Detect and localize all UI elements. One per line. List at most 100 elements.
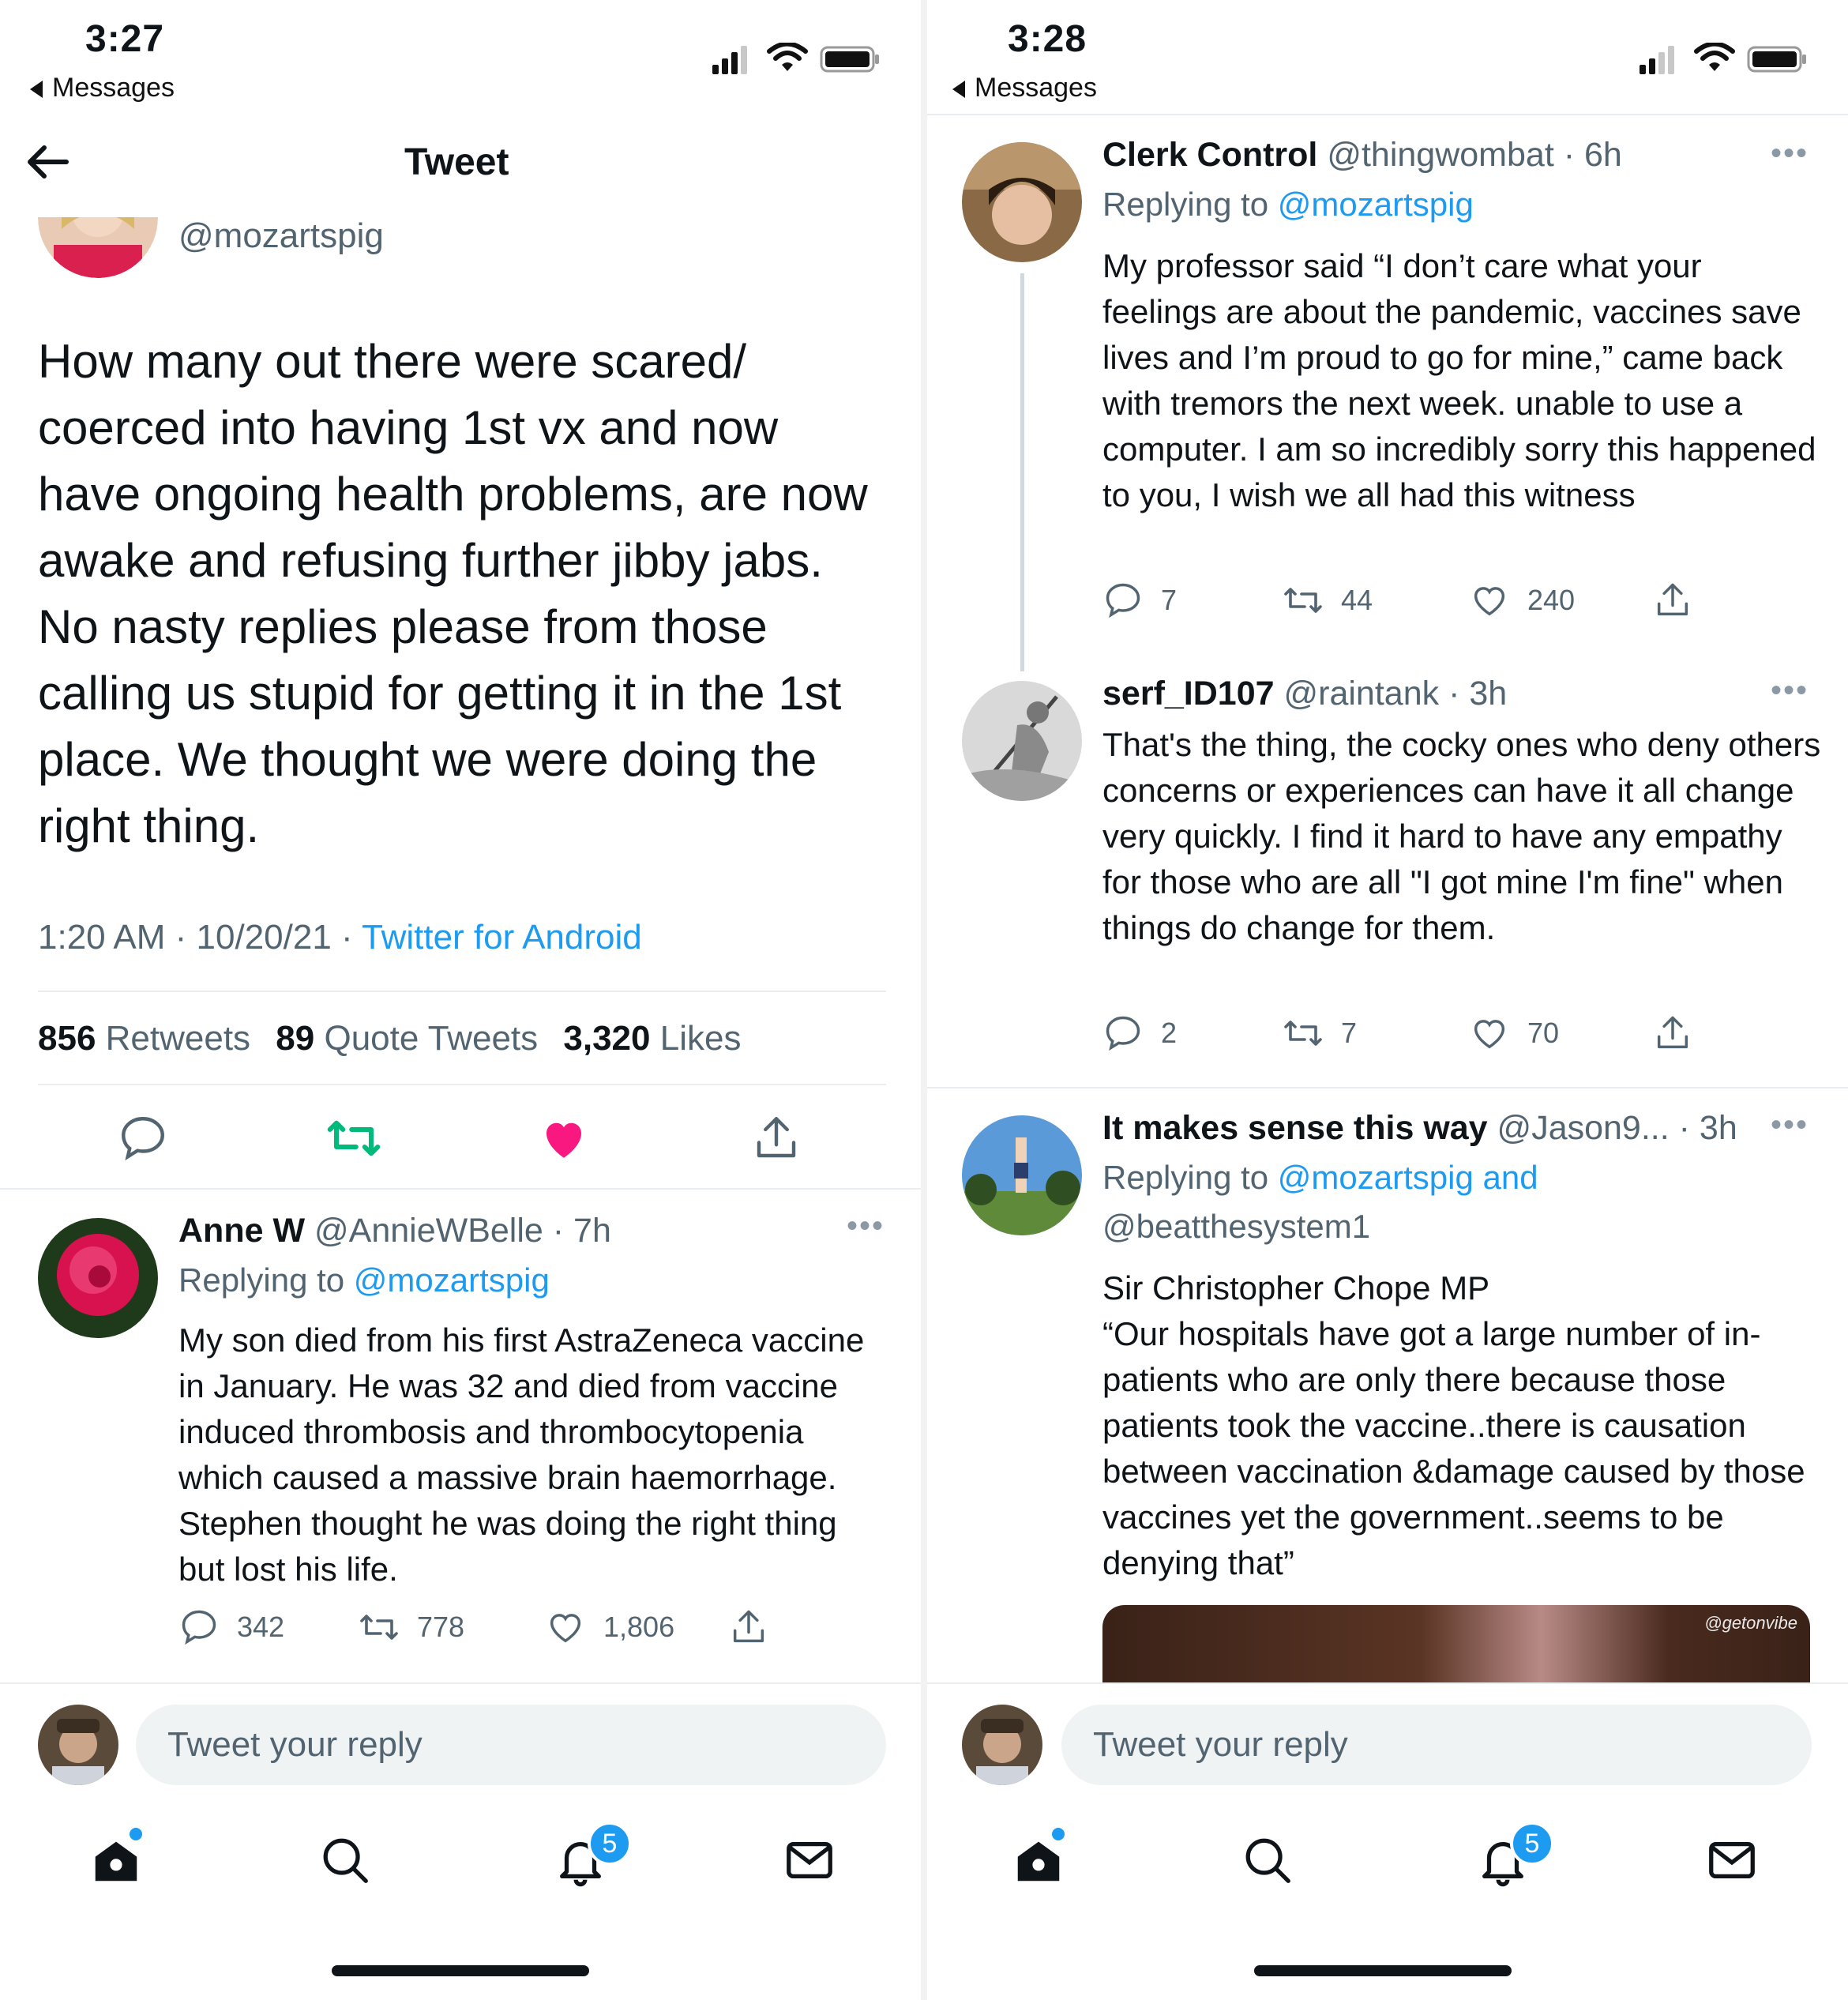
retweet-button[interactable]: 7 [1283,1013,1357,1054]
wifi-icon [1694,43,1735,71]
tweet-stats: 856 Retweets 89 Quote Tweets 3,320 Likes [38,1019,741,1058]
messages-mail-icon[interactable] [1704,1833,1760,1888]
home-icon[interactable] [88,1833,144,1888]
reply-text: That's the thing, the cocky ones who den… [1102,726,1821,946]
page-title: Tweet [404,141,509,183]
user-avatar[interactable] [962,1705,1042,1785]
more-options-icon[interactable]: ••• [847,1209,885,1244]
share-icon [1657,583,1688,616]
reply-text: Sir Christopher Chope MP “Our hospitals … [1102,1269,1805,1581]
home-new-dot [1052,1828,1065,1840]
cellular-signal-icon [712,43,752,74]
like-button[interactable]: 240 [1469,580,1575,621]
like-icon [1474,1020,1505,1049]
tweet-timestamp: 1:20 AM · 10/20/21 · [38,918,362,957]
thread-line [1020,273,1024,671]
author-handle[interactable]: @mozartspig [178,216,384,256]
right-screenshot: 3:28 Messages Clerk Control @thingwombat… [927,0,1848,2000]
reply-author[interactable]: It makes sense this way @Jason9... · 3h [1102,1109,1737,1148]
reply-author[interactable]: serf_ID107 @raintank · 3h [1102,675,1507,713]
left-screenshot: 3:27 Messages Tweet @mozartspig How many… [0,0,921,2000]
divider [0,1188,921,1190]
reply-author[interactable]: Anne W @AnnieWBelle · 7h [178,1212,611,1250]
retweet-icon[interactable] [325,1112,382,1164]
more-options-icon[interactable]: ••• [1771,136,1809,171]
more-options-icon[interactable]: ••• [1771,1107,1809,1143]
retweets-stat[interactable]: 856 Retweets [38,1019,250,1058]
share-button[interactable] [1652,1013,1693,1054]
notifications-badge: 5 [1510,1821,1554,1866]
battery-icon [1747,46,1806,73]
battery-icon [820,46,879,73]
reply-button[interactable]: 2 [1102,1013,1177,1054]
reply-avatar[interactable] [38,1218,158,1338]
more-options-icon[interactable]: ••• [1771,673,1809,709]
reply-button[interactable]: 7 [1102,580,1177,621]
like-filled-icon[interactable] [537,1112,591,1164]
messages-mail-icon[interactable] [782,1833,837,1888]
media-watermark: @getonvibe [1704,1613,1797,1633]
tweet-meta: 1:20 AM · 10/20/21 · Twitter for Android [38,918,642,957]
divider [927,1087,1848,1088]
cellular-signal-icon [1640,43,1679,74]
back-arrow-icon[interactable] [24,142,71,182]
reply-actions: 7 44 240 [1102,580,1734,627]
search-icon[interactable] [317,1833,373,1888]
tweet-source-link[interactable]: Twitter for Android [362,918,642,957]
reply-avatar[interactable] [962,142,1082,262]
back-triangle-icon [952,81,965,99]
divider [38,1084,886,1085]
like-icon [550,1614,581,1643]
user-avatar[interactable] [38,1705,118,1785]
reply-actions: 342 778 1,806 [178,1607,810,1654]
back-triangle-icon [30,81,43,99]
quote-tweets-stat[interactable]: 89 Quote Tweets [276,1019,538,1058]
replying-to-second[interactable]: @beatthesystem1 [1102,1202,1370,1251]
reply-author[interactable]: Clerk Control @thingwombat · 6h [1102,136,1622,175]
reply-icon[interactable] [117,1112,169,1164]
home-indicator [332,1965,589,1976]
panel-divider [921,0,927,2000]
divider [38,991,886,992]
home-icon[interactable] [1011,1833,1066,1888]
notifications-badge: 5 [588,1821,632,1866]
status-time: 3:27 [85,18,165,60]
reply-icon [182,1610,216,1645]
reply-avatar[interactable] [962,681,1082,801]
reply-text: My son died from his first AstraZeneca v… [178,1321,865,1588]
reply-actions: 2 7 70 [1102,1013,1734,1060]
reply-icon [1106,1016,1140,1051]
reply-media[interactable]: @getonvibe [1102,1605,1810,1682]
likes-stat[interactable]: 3,320 Likes [563,1019,741,1058]
divider [927,114,1848,115]
status-time: 3:28 [1008,18,1087,60]
back-to-messages[interactable]: Messages [952,73,1097,103]
retweet-button[interactable]: 44 [1283,580,1373,621]
reply-bar-divider [0,1682,921,1684]
replying-to: Replying to @mozartspig [178,1261,550,1299]
reply-icon [1106,583,1140,618]
retweet-icon [1284,588,1322,613]
like-button[interactable]: 70 [1469,1013,1559,1054]
search-icon[interactable] [1240,1833,1295,1888]
replying-to: Replying to @mozartspig [1102,186,1474,223]
back-to-messages[interactable]: Messages [30,73,175,103]
share-icon[interactable] [750,1112,802,1164]
retweet-icon [360,1615,398,1640]
home-indicator [1254,1965,1512,1976]
share-button[interactable] [1652,580,1693,621]
reply-button[interactable]: 342 [178,1607,284,1648]
wifi-icon [767,43,808,71]
tweet-text: How many out there were scared/ coerced … [38,335,868,852]
share-icon [733,1610,764,1643]
like-button[interactable]: 1,806 [545,1607,674,1648]
retweet-button[interactable]: 778 [359,1607,464,1648]
reply-avatar[interactable] [962,1115,1082,1235]
tweet-reply-input[interactable]: Tweet your reply [136,1705,886,1785]
replying-to: Replying to @mozartspig and [1102,1159,1538,1196]
tweet-reply-input[interactable]: Tweet your reply [1061,1705,1812,1785]
like-icon [1474,587,1505,616]
share-button[interactable] [728,1607,769,1648]
home-new-dot [130,1828,142,1840]
reply-text: My professor said “I don’t care what you… [1102,247,1816,513]
